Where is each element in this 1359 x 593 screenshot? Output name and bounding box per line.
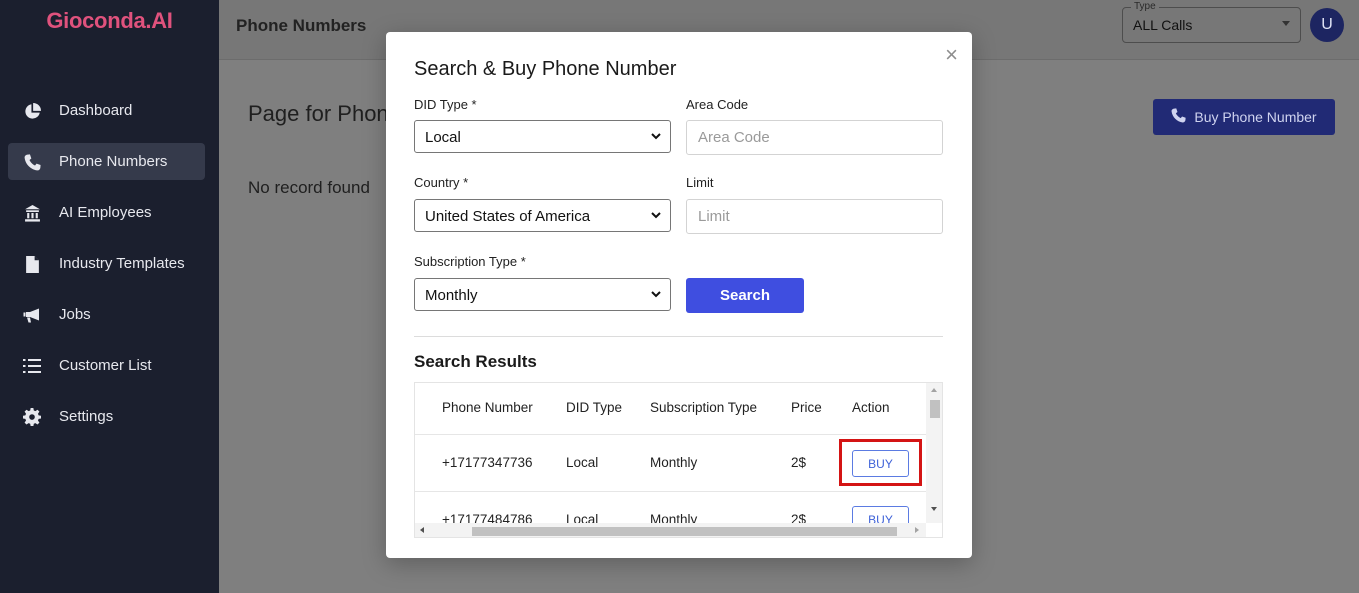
sidebar-item-label: AI Employees [59,204,152,221]
type-filter-label: Type [1131,1,1159,12]
brand-logo[interactable]: Gioconda.AI [0,8,219,34]
sidebar-item-dashboard[interactable]: Dashboard [8,92,205,129]
empty-message: No record found [248,178,370,197]
sidebar-item-customer-list[interactable]: Customer List [8,347,205,384]
search-button[interactable]: Search [686,278,804,313]
column-header-price: Price [791,400,822,415]
phone-number-cell: +17177347736 [442,455,533,470]
table-row: +17177484786 Local Monthly 2$ BUY [415,492,926,523]
did-type-cell: Local [566,512,599,523]
page-title: Phone Numbers [236,16,367,35]
sidebar-item-label: Dashboard [59,102,133,119]
column-header-phone-number: Phone Number [442,400,533,415]
sidebar-item-phone-numbers[interactable]: Phone Numbers [8,143,205,180]
phone-icon [22,152,42,172]
price-cell: 2$ [791,455,807,470]
subscription-type-label: Subscription Type * [414,254,526,269]
buy-button[interactable]: BUY [852,506,909,523]
buy-button[interactable]: BUY [852,450,909,477]
sidebar-item-label: Settings [59,408,114,425]
chevron-down-icon [651,212,661,219]
buy-phone-number-label: Buy Phone Number [1194,109,1317,125]
sidebar-item-label: Customer List [59,357,152,374]
phone-icon [1171,108,1187,126]
did-type-value: Local [425,129,461,146]
vertical-scroll-thumb[interactable] [930,400,940,418]
price-cell: 2$ [791,512,807,523]
avatar[interactable]: U [1310,8,1344,42]
list-icon [22,356,42,376]
modal-title: Search & Buy Phone Number [414,58,677,80]
search-results-title: Search Results [414,352,537,371]
scroll-left-icon[interactable] [420,527,424,533]
subscription-type-value: Monthly [425,287,478,304]
sidebar: Gioconda.AI Dashboard Phone Numbers AI E… [0,0,219,593]
table-header-row: Phone Number DID Type Subscription Type … [415,383,926,435]
phone-number-cell: +17177484786 [442,512,533,523]
scroll-right-icon[interactable] [915,527,919,533]
sidebar-item-label: Phone Numbers [59,153,168,170]
building-icon [22,203,42,223]
scroll-down-icon[interactable] [931,507,937,511]
subscription-type-select[interactable]: Monthly [414,278,671,311]
sidebar-item-jobs[interactable]: Jobs [8,296,205,333]
limit-input[interactable] [686,199,943,234]
close-icon[interactable]: × [945,44,958,66]
sidebar-item-industry-templates[interactable]: Industry Templates [8,245,205,282]
horizontal-scroll-thumb[interactable] [472,527,897,536]
caret-down-icon [1282,21,1290,26]
limit-label: Limit [686,175,714,190]
horizontal-scrollbar[interactable] [415,523,926,537]
chevron-down-icon [651,291,661,298]
did-type-label: DID Type * [414,97,477,112]
area-code-input[interactable] [686,120,943,155]
scroll-up-icon[interactable] [931,388,937,392]
pie-chart-icon [22,101,42,121]
search-buy-modal: × Search & Buy Phone Number DID Type * L… [386,32,972,558]
divider [414,336,943,337]
vertical-scrollbar[interactable] [926,383,942,523]
sidebar-item-label: Industry Templates [59,255,185,272]
area-code-label: Area Code [686,97,749,112]
chevron-down-icon [651,133,661,140]
type-filter-value: ALL Calls [1133,17,1193,33]
column-header-action: Action [852,400,890,415]
subscription-type-cell: Monthly [650,512,698,523]
did-type-select[interactable]: Local [414,120,671,153]
table-row: +17177347736 Local Monthly 2$ BUY [415,435,926,492]
sidebar-item-label: Jobs [59,306,91,323]
did-type-cell: Local [566,455,599,470]
type-filter-select[interactable]: Type ALL Calls [1122,1,1301,43]
column-header-did-type: DID Type [566,400,623,415]
country-value: United States of America [425,208,591,225]
sidebar-item-ai-employees[interactable]: AI Employees [8,194,205,231]
country-label: Country * [414,175,469,190]
results-table-body: Phone Number DID Type Subscription Type … [415,383,926,523]
megaphone-icon [22,305,42,325]
column-header-subscription-type: Subscription Type [650,400,758,415]
country-select[interactable]: United States of America [414,199,671,232]
results-table: Phone Number DID Type Subscription Type … [414,382,943,538]
sidebar-nav: Dashboard Phone Numbers AI Employees Ind… [8,92,205,449]
gear-icon [22,407,42,427]
subscription-type-cell: Monthly [650,455,698,470]
file-icon [22,254,42,274]
buy-phone-number-button[interactable]: Buy Phone Number [1153,99,1335,135]
sidebar-item-settings[interactable]: Settings [8,398,205,435]
